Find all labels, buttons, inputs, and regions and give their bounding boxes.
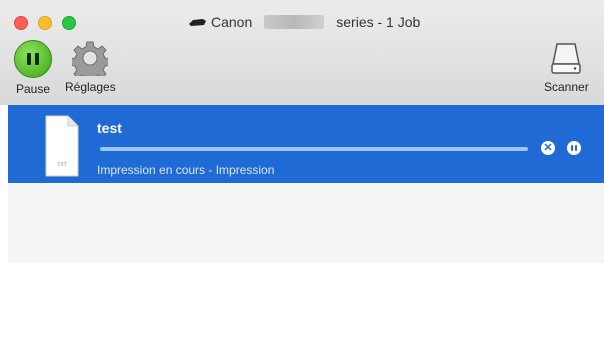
pause-icon [14,40,52,78]
job-progress-bar [100,147,528,151]
maximize-window-button[interactable] [62,16,76,30]
empty-list-row [8,263,604,342]
gear-icon [72,41,109,76]
document-icon: TXT [45,115,79,177]
scanner-label: Scanner [544,80,589,94]
settings-button[interactable]: Réglages [65,40,116,94]
title-prefix: Canon [211,14,253,30]
minimize-window-button[interactable] [38,16,52,30]
close-window-button[interactable] [14,16,28,30]
pause-icon [571,145,577,151]
redacted-model [264,15,325,29]
cancel-job-button[interactable]: ✕ [541,141,555,155]
print-queue-window: Canon series - 1 Job Pause Réglages Scan… [0,0,604,342]
title-suffix: series - 1 Job [336,14,421,30]
pause-button[interactable]: Pause [14,40,52,96]
scanner-icon [551,43,582,74]
job-status: Impression en cours - Impression [97,163,275,177]
pause-job-button[interactable] [567,141,581,155]
window-title: Canon series - 1 Job [187,10,420,34]
title-toolbar: Canon series - 1 Job Pause Réglages Scan… [0,0,604,106]
settings-label: Réglages [65,80,116,94]
job-name: test [97,120,122,136]
empty-list-row [8,183,604,263]
scanner-button[interactable]: Scanner [544,40,589,94]
pause-label: Pause [15,82,51,96]
job-row[interactable]: TXT test Impression en cours - Impressio… [8,105,604,183]
cancel-icon: ✕ [543,141,553,154]
job-progress-fill [100,147,528,151]
document-badge: TXT [57,162,66,168]
printer-icon [189,19,206,26]
